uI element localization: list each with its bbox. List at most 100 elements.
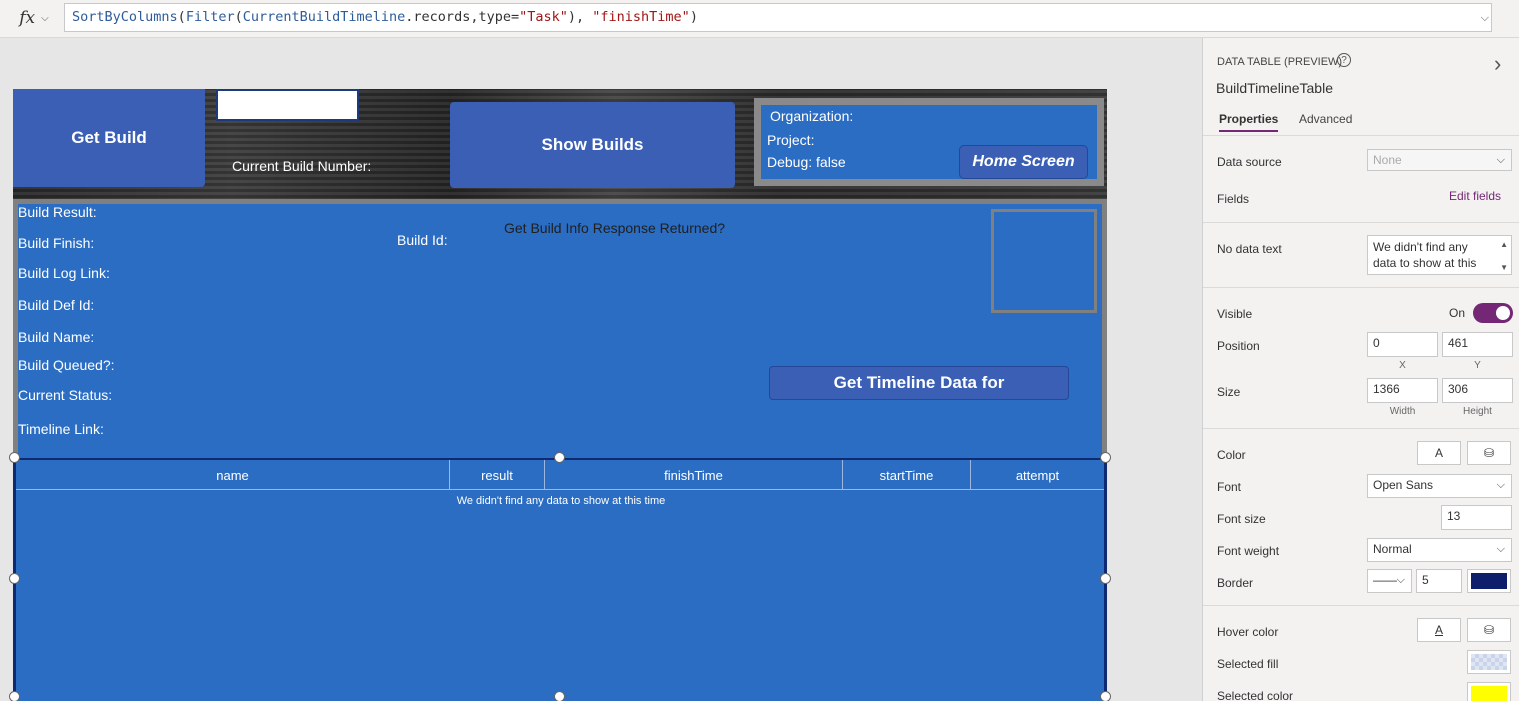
- position-y-input[interactable]: 461: [1442, 332, 1513, 357]
- font-label: Font: [1217, 480, 1242, 494]
- no-data-text-field[interactable]: We didn't find any data to show at this …: [1367, 235, 1512, 275]
- resize-handle-top-left[interactable]: [9, 452, 20, 463]
- font-weight-label: Font weight: [1217, 544, 1280, 558]
- selected-color-picker[interactable]: [1467, 682, 1511, 701]
- resize-handle-top-right[interactable]: [1100, 452, 1111, 463]
- resize-handle-top[interactable]: [554, 452, 565, 463]
- data-source-dropdown[interactable]: None ⌵: [1367, 149, 1512, 171]
- font-size-label: Font size: [1217, 512, 1266, 526]
- function-selector[interactable]: fx ⌵: [6, 4, 62, 32]
- tab-advanced[interactable]: Advanced: [1299, 112, 1352, 126]
- data-source-label: Data source: [1217, 155, 1282, 169]
- size-height-input[interactable]: 306: [1442, 378, 1513, 403]
- build-info-panel: Build Result: Build Finish: Build Log Li…: [13, 199, 1107, 458]
- collapse-pane-icon[interactable]: ›: [1494, 51, 1501, 77]
- position-x-input[interactable]: 0: [1367, 332, 1438, 357]
- visible-label: Visible: [1217, 307, 1253, 321]
- debug-label: Debug: false: [767, 154, 846, 170]
- chevron-down-icon: ⌵: [1496, 154, 1505, 166]
- current-status-label: Current Status:: [18, 387, 113, 403]
- canvas-area: Get Build Current Build Number: Show Bui…: [0, 38, 1202, 701]
- hover-color-label: Hover color: [1217, 625, 1279, 639]
- border-label: Border: [1217, 576, 1254, 590]
- resize-handle-bottom-left[interactable]: [9, 691, 20, 701]
- font-size-input[interactable]: 13: [1441, 505, 1512, 530]
- control-name[interactable]: BuildTimelineTable: [1216, 80, 1333, 96]
- show-builds-button[interactable]: Show Builds: [450, 102, 735, 188]
- hover-fill-color-picker[interactable]: ⛁: [1467, 618, 1511, 642]
- image-placeholder[interactable]: [991, 209, 1097, 313]
- divider: [1203, 135, 1519, 136]
- tab-properties[interactable]: Properties: [1219, 112, 1279, 132]
- control-type-header: DATA TABLE (PREVIEW): [1217, 56, 1343, 68]
- get-timeline-data-button[interactable]: Get Timeline Data for: [769, 366, 1069, 400]
- x-caption: X: [1399, 360, 1406, 371]
- build-queued-label: Build Queued?:: [18, 357, 115, 373]
- text-color-icon: A: [1434, 446, 1443, 460]
- scroll-down-icon: ▼: [1500, 263, 1508, 272]
- font-dropdown[interactable]: Open Sans ⌵: [1367, 474, 1512, 498]
- build-number-input[interactable]: [216, 89, 359, 121]
- column-header-finishtime[interactable]: finishTime: [545, 460, 843, 490]
- text-color-picker[interactable]: A: [1417, 441, 1461, 465]
- app-screen: Get Build Current Build Number: Show Bui…: [9, 89, 1111, 701]
- no-data-message: We didn't find any data to show at this …: [456, 495, 666, 507]
- build-id-label: Build Id:: [397, 232, 448, 248]
- get-build-button[interactable]: Get Build: [13, 89, 205, 187]
- paint-bucket-icon: ⛁: [1483, 623, 1495, 637]
- edit-fields-link[interactable]: Edit fields: [1449, 189, 1501, 203]
- resize-handle-right[interactable]: [1100, 573, 1111, 584]
- font-weight-dropdown[interactable]: Normal ⌵: [1367, 538, 1512, 562]
- size-width-input[interactable]: 1366: [1367, 378, 1438, 403]
- project-label: Project:: [767, 132, 815, 148]
- properties-pane: DATA TABLE (PREVIEW) ? › BuildTimelineTa…: [1202, 38, 1519, 701]
- chevron-down-icon: ⌵: [1396, 574, 1405, 586]
- visible-state-label: On: [1449, 306, 1466, 320]
- fill-color-picker[interactable]: ⛁: [1467, 441, 1511, 465]
- scroll-up-icon: ▲: [1500, 240, 1508, 249]
- border-width-input[interactable]: 5: [1416, 569, 1462, 593]
- formula-input[interactable]: SortByColumns(Filter(CurrentBuildTimelin…: [64, 3, 1492, 32]
- position-label: Position: [1217, 339, 1260, 353]
- build-log-link-label: Build Log Link:: [18, 265, 110, 281]
- resize-handle-left[interactable]: [9, 573, 20, 584]
- divider: [1203, 605, 1519, 606]
- timeline-link-label: Timeline Link:: [18, 421, 104, 437]
- resize-handle-bottom[interactable]: [554, 691, 565, 701]
- build-finish-label: Build Finish:: [18, 235, 95, 251]
- no-data-text-label: No data text: [1217, 242, 1282, 256]
- divider: [1203, 287, 1519, 288]
- resize-handle-bottom-right[interactable]: [1100, 691, 1111, 701]
- fx-icon: fx: [19, 8, 36, 28]
- toggle-knob: [1496, 306, 1510, 320]
- selected-fill-picker[interactable]: [1467, 650, 1511, 674]
- build-def-id-label: Build Def Id:: [18, 297, 95, 313]
- color-label: Color: [1217, 448, 1246, 462]
- response-returned-label: Get Build Info Response Returned?: [504, 220, 726, 236]
- column-header-result[interactable]: result: [450, 460, 545, 490]
- border-style-dropdown[interactable]: —— ⌵: [1367, 569, 1412, 593]
- paint-bucket-icon: ⛁: [1483, 446, 1495, 460]
- border-color-picker[interactable]: [1467, 569, 1511, 593]
- home-screen-button[interactable]: Home Screen: [959, 145, 1088, 179]
- hover-text-color-picker[interactable]: A: [1417, 618, 1461, 642]
- chevron-down-icon: ⌵: [41, 12, 49, 24]
- current-build-number-label: Current Build Number:: [232, 158, 372, 174]
- build-timeline-table[interactable]: name result finishTime startTime attempt…: [13, 458, 1107, 701]
- table-header-row: name result finishTime startTime attempt: [16, 460, 1104, 490]
- fields-label: Fields: [1217, 192, 1250, 206]
- column-header-attempt[interactable]: attempt: [971, 460, 1104, 490]
- column-header-starttime[interactable]: startTime: [843, 460, 971, 490]
- visible-toggle[interactable]: [1473, 303, 1513, 323]
- size-label: Size: [1217, 385, 1241, 399]
- chevron-down-icon: ⌵: [1496, 479, 1505, 491]
- divider: [1203, 428, 1519, 429]
- y-caption: Y: [1474, 360, 1481, 371]
- help-icon[interactable]: ?: [1337, 53, 1351, 67]
- height-caption: Height: [1463, 406, 1492, 417]
- build-name-label: Build Name:: [18, 329, 95, 345]
- expand-formula-icon[interactable]: ⌵: [1481, 12, 1489, 25]
- width-caption: Width: [1389, 406, 1416, 417]
- organization-label: Organization:: [770, 108, 854, 124]
- column-header-name[interactable]: name: [16, 460, 450, 490]
